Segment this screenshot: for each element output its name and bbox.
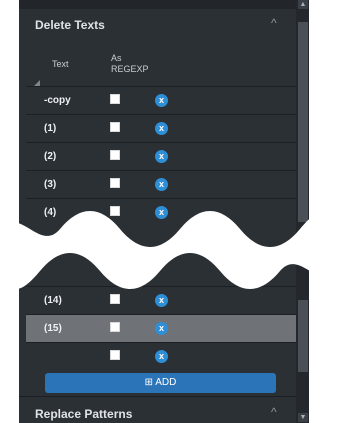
regexp-checkbox[interactable] bbox=[110, 350, 120, 360]
remove-row-icon[interactable]: x bbox=[155, 350, 168, 363]
remove-row-icon[interactable]: x bbox=[155, 94, 168, 107]
regexp-checkbox[interactable] bbox=[110, 322, 120, 332]
scroll-down-icon[interactable]: ▼ bbox=[298, 413, 308, 422]
scrollbar-thumb-lower[interactable] bbox=[298, 300, 308, 372]
section-divider bbox=[19, 396, 296, 397]
remove-row-icon[interactable]: x bbox=[155, 178, 168, 191]
column-header-regexp: REGEXP bbox=[111, 64, 149, 74]
collapse-chevron-icon[interactable]: ^ bbox=[271, 16, 277, 30]
table-row: (2) x bbox=[26, 142, 296, 170]
regexp-checkbox[interactable] bbox=[110, 122, 120, 132]
remove-row-icon[interactable]: x bbox=[155, 122, 168, 135]
table-row: (3) x bbox=[26, 170, 296, 198]
column-header-as: As bbox=[111, 53, 122, 63]
section-title-replace-patterns[interactable]: Replace Patterns bbox=[35, 407, 132, 421]
table-row: -copy x bbox=[26, 86, 296, 114]
row-text[interactable]: (3) bbox=[44, 179, 56, 190]
regexp-checkbox[interactable] bbox=[110, 178, 120, 188]
row-text[interactable]: (15) bbox=[44, 323, 62, 334]
add-button-label: ADD bbox=[155, 377, 177, 388]
table-row-new: x bbox=[26, 342, 296, 370]
table-row: (1) x bbox=[26, 114, 296, 142]
panel-top-edge bbox=[19, 0, 309, 9]
table-row-selected: (15) x bbox=[26, 314, 296, 342]
column-header-text[interactable]: Text bbox=[52, 59, 69, 69]
row-text[interactable]: (1) bbox=[44, 123, 56, 134]
section-title-delete-texts[interactable]: Delete Texts bbox=[35, 18, 105, 32]
add-row-icon: ⊞ bbox=[144, 377, 154, 388]
remove-row-icon[interactable]: x bbox=[155, 322, 168, 335]
scrollbar-thumb[interactable] bbox=[298, 22, 308, 222]
remove-row-icon[interactable]: x bbox=[155, 150, 168, 163]
collapse-chevron-icon[interactable]: ^ bbox=[271, 405, 277, 419]
screenshot-cut-wave bbox=[0, 210, 340, 289]
scroll-up-icon[interactable]: ▲ bbox=[298, 0, 308, 9]
add-button[interactable]: ⊞ ADD bbox=[45, 373, 276, 393]
row-text[interactable]: -copy bbox=[44, 95, 71, 106]
row-text[interactable]: (2) bbox=[44, 151, 56, 162]
regexp-checkbox[interactable] bbox=[110, 150, 120, 160]
regexp-checkbox[interactable] bbox=[110, 94, 120, 104]
